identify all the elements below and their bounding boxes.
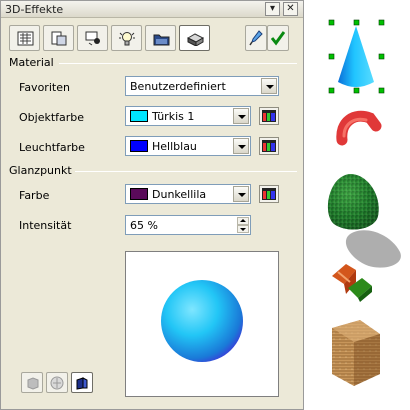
- leuchtfarbe-value: Hellblau: [152, 140, 197, 153]
- sphere-preview-button[interactable]: [46, 372, 68, 393]
- illumination-icon: [119, 32, 135, 46]
- wooden-cube-object[interactable]: [326, 318, 384, 388]
- textures-icon: [153, 34, 170, 46]
- material-preview: [125, 251, 279, 397]
- farbe-dropdown-arrow[interactable]: [233, 186, 249, 202]
- material-separator: [59, 63, 297, 64]
- objektfarbe-value: Türkis 1: [152, 110, 195, 123]
- farbe-color-dialog-button[interactable]: [259, 185, 279, 203]
- tab-geometry[interactable]: [9, 25, 40, 51]
- intensitaet-increase-button[interactable]: [237, 217, 249, 225]
- geometry-icon: [17, 31, 34, 46]
- tab-illumination[interactable]: [111, 25, 142, 51]
- torus-object[interactable]: [336, 106, 382, 148]
- material-section-label: Material: [9, 56, 54, 69]
- tab-textures[interactable]: [145, 25, 176, 51]
- close-button[interactable]: ✕: [283, 2, 298, 16]
- objektfarbe-dropdown-arrow[interactable]: [233, 108, 249, 124]
- leuchtfarbe-color-dialog-button[interactable]: [259, 137, 279, 155]
- 3d-effects-dialog: 3D-Effekte ▾ ✕ Material Favoriten Benutz…: [0, 0, 304, 410]
- objektfarbe-select[interactable]: Türkis 1: [125, 106, 251, 126]
- farbe-select[interactable]: Dunkellila: [125, 184, 251, 204]
- eyedropper-icon: [249, 30, 263, 46]
- intensitaet-spinbox[interactable]: 65 %: [125, 215, 251, 235]
- glanzpunkt-separator: [75, 171, 297, 172]
- color-dialog-icon: [262, 140, 276, 152]
- intensitaet-value: 65 %: [130, 219, 158, 232]
- cube-preview-button[interactable]: [21, 372, 43, 393]
- farbe-swatch: [130, 188, 148, 200]
- lighting-icon: [85, 31, 100, 46]
- leuchtfarbe-dropdown-arrow[interactable]: [233, 138, 249, 154]
- favoriten-select[interactable]: Benutzerdefiniert: [125, 76, 279, 96]
- tab-shading[interactable]: [43, 25, 74, 51]
- objektfarbe-color-dialog-button[interactable]: [259, 107, 279, 125]
- leuchtfarbe-label: Leuchtfarbe: [19, 141, 85, 154]
- preview-sphere: [161, 280, 243, 362]
- perspective-toggle-button[interactable]: [71, 372, 93, 393]
- favoriten-value: Benutzerdefiniert: [130, 80, 226, 93]
- bent-block-object[interactable]: [328, 258, 376, 304]
- apply-button[interactable]: [267, 25, 289, 51]
- perspective-icon: [76, 377, 88, 390]
- checkmark-icon: [271, 31, 285, 46]
- window-title: 3D-Effekte: [5, 3, 64, 16]
- assign-button[interactable]: [245, 25, 267, 51]
- leuchtfarbe-swatch: [130, 140, 148, 152]
- pin-button[interactable]: ▾: [265, 2, 280, 16]
- objektfarbe-swatch: [130, 110, 148, 122]
- leuchtfarbe-select[interactable]: Hellblau: [125, 136, 251, 156]
- tab-lighting[interactable]: [77, 25, 108, 51]
- color-dialog-icon: [262, 110, 276, 122]
- farbe-label: Farbe: [19, 189, 50, 202]
- intensitaet-label: Intensität: [19, 219, 72, 232]
- favoriten-label: Favoriten: [19, 81, 70, 94]
- shading-icon: [51, 31, 67, 46]
- sphere-icon: [50, 376, 64, 390]
- farbe-value: Dunkellila: [152, 188, 207, 201]
- intensitaet-decrease-button[interactable]: [237, 225, 249, 233]
- material-icon: [187, 33, 204, 46]
- selected-cone-object[interactable]: [326, 14, 386, 96]
- glanzpunkt-section-label: Glanzpunkt: [9, 164, 72, 177]
- tab-material[interactable]: [179, 25, 210, 51]
- favoriten-dropdown-arrow[interactable]: [261, 78, 277, 94]
- objektfarbe-label: Objektfarbe: [19, 111, 85, 124]
- cube-icon: [27, 377, 39, 390]
- color-dialog-icon: [262, 188, 276, 200]
- title-bar[interactable]: 3D-Effekte ▾ ✕: [1, 1, 303, 18]
